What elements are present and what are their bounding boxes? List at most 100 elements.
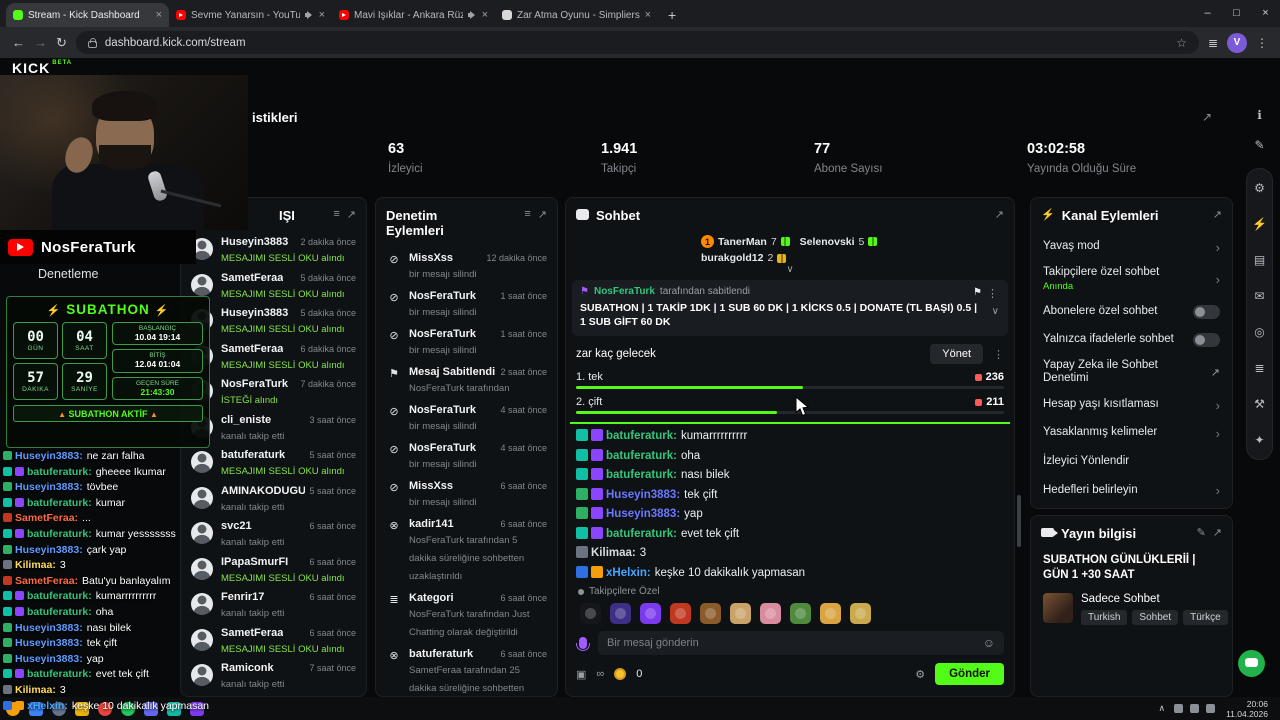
expand-icon[interactable]: ↗ bbox=[1213, 208, 1222, 221]
channel-action-row[interactable]: İzleyici Yönlendir › ↗ bbox=[1031, 448, 1232, 477]
channel-action-row[interactable]: Yalnızca ifadelerle sohbet › ↗ bbox=[1031, 326, 1232, 355]
filter-icon[interactable]: ≡ bbox=[333, 208, 339, 220]
toggle-switch[interactable] bbox=[1193, 333, 1220, 348]
list-icon[interactable]: ≣ bbox=[1254, 361, 1264, 375]
open-external-icon[interactable]: ↗ bbox=[1211, 366, 1220, 379]
collapse-chevron-icon[interactable]: ∨ bbox=[566, 264, 1014, 277]
emote[interactable] bbox=[730, 603, 751, 624]
gifter-chip[interactable]: 1 TanerMan 7 bbox=[701, 235, 790, 248]
chat-settings-icon[interactable]: ⚙ bbox=[915, 668, 925, 681]
sparkle-icon[interactable]: ✦ bbox=[1254, 433, 1264, 447]
tag[interactable]: Türkçe bbox=[1183, 610, 1228, 625]
channel-action-row[interactable]: Abonelere özel sohbet › ↗ bbox=[1031, 298, 1232, 327]
kick-logo[interactable]: KICK BETA bbox=[12, 60, 72, 76]
link-icon[interactable]: ∞ bbox=[596, 668, 604, 680]
tray-expand-icon[interactable]: ∧ bbox=[1158, 703, 1165, 714]
edit-icon[interactable]: ✎ bbox=[1254, 138, 1264, 152]
tab-close-icon[interactable]: × bbox=[156, 9, 162, 21]
emote[interactable] bbox=[670, 603, 691, 624]
chat-username[interactable]: Kilimaa bbox=[591, 547, 636, 559]
battery-icon[interactable] bbox=[1206, 704, 1216, 713]
chat-input[interactable]: Bir mesaj gönderin ☺ bbox=[598, 631, 1004, 655]
filter-icon[interactable]: ≡ bbox=[524, 208, 530, 220]
tab-close-icon[interactable]: × bbox=[645, 9, 651, 21]
support-chat-button[interactable] bbox=[1238, 650, 1265, 677]
maximize-button[interactable]: □ bbox=[1222, 7, 1251, 19]
emoji-icon[interactable]: ☺ bbox=[983, 636, 995, 650]
tag[interactable]: Sohbet bbox=[1132, 610, 1179, 625]
moderation-row[interactable]: ≣ Kategori 6 saat önce NosFeraTurk taraf… bbox=[376, 588, 557, 644]
emote[interactable] bbox=[610, 603, 631, 624]
chat-message[interactable]: xHelxinkeşke 10 dakikalık yapmasan bbox=[576, 564, 1004, 584]
moderation-row[interactable]: ⚑ Mesaj Sabitlendi 2 saat önce NosFeraTu… bbox=[376, 362, 557, 400]
chat-message[interactable]: Huseyin3883 yap bbox=[576, 505, 1004, 525]
chat-username[interactable]: batuferaturk bbox=[606, 450, 677, 462]
moderation-row[interactable]: ⊘ NosFeraTurk 1 saat önce bir mesajı sil… bbox=[376, 324, 557, 362]
chat-icon[interactable]: ✉ bbox=[1254, 289, 1264, 303]
bookmark-star-icon[interactable]: ☆ bbox=[1176, 36, 1187, 50]
expand-icon[interactable]: ↗ bbox=[1213, 526, 1222, 539]
chat-username[interactable]: xHelxin bbox=[606, 567, 651, 579]
channel-action-row[interactable]: Yavaş mod › ↗ bbox=[1031, 233, 1232, 262]
channel-action-row[interactable]: Hedefleri belirleyin › ↗ bbox=[1031, 477, 1232, 506]
send-button[interactable]: Gönder bbox=[935, 663, 1004, 685]
emote[interactable] bbox=[760, 603, 781, 624]
url-field[interactable]: dashboard.kick.com/stream ☆ bbox=[75, 31, 1199, 54]
pinned-collapse-icon[interactable]: ∨ bbox=[992, 306, 999, 317]
chat-message[interactable]: batuferaturkoha bbox=[576, 447, 1004, 467]
moderation-row[interactable]: ⊘ NosFeraTurk 4 saat önce bir mesajı sil… bbox=[376, 400, 557, 438]
poll-menu-icon[interactable]: ⋮ bbox=[993, 348, 1004, 361]
emote[interactable] bbox=[820, 603, 841, 624]
pinned-message[interactable]: ⚑ NosFeraTurk tarafından sabitlendi SUBA… bbox=[572, 280, 1008, 336]
back-icon[interactable]: ← bbox=[12, 35, 25, 50]
volume-icon[interactable] bbox=[1174, 704, 1184, 713]
expand-icon[interactable]: ↗ bbox=[347, 208, 356, 221]
tag[interactable]: Turkish bbox=[1081, 610, 1128, 625]
taskbar-clock[interactable]: 20:06 11.04.2026 bbox=[1224, 699, 1274, 719]
chat-message[interactable]: Kilimaa3 bbox=[576, 544, 1004, 564]
target-icon[interactable]: ◎ bbox=[1254, 325, 1264, 339]
bolt-icon[interactable]: ⚡ bbox=[1252, 217, 1267, 231]
profile-avatar[interactable]: V bbox=[1227, 32, 1247, 53]
chat-message[interactable]: Huseyin3883 tek çift bbox=[576, 486, 1004, 506]
chat-username[interactable]: Huseyin3883 bbox=[606, 508, 680, 520]
gifter-chip[interactable]: Selenovski 5 bbox=[800, 235, 878, 248]
moderation-row[interactable]: ⊘ MissXss 6 saat önce bir mesajı silindi bbox=[376, 476, 557, 514]
emote[interactable] bbox=[790, 603, 811, 624]
speaker-icon[interactable] bbox=[304, 10, 314, 20]
channel-action-row[interactable]: Yapay Zeka ile Sohbet Denetimi › ↗ bbox=[1031, 355, 1232, 391]
pinned-menu-icon[interactable]: ⋮ bbox=[987, 287, 998, 300]
tab-youtube-2[interactable]: Mavi Işıklar - Ankara Rüzgar (1 × bbox=[332, 3, 495, 27]
pin-icon[interactable]: ⚑ bbox=[973, 287, 982, 298]
extensions-icon[interactable]: ≣ bbox=[1208, 36, 1218, 50]
moderation-row[interactable]: ⊘ NosFeraTurk 1 saat önce bir mesajı sil… bbox=[376, 286, 557, 324]
card-icon[interactable]: ▤ bbox=[1254, 253, 1265, 267]
chat-username[interactable]: Huseyin3883 bbox=[606, 489, 680, 501]
wrench-icon[interactable]: ⚒ bbox=[1254, 397, 1265, 411]
tab-zar-atma[interactable]: Zar Atma Oyunu - Simpliers × bbox=[495, 3, 658, 27]
close-button[interactable]: × bbox=[1251, 7, 1280, 19]
channel-action-row[interactable]: Takipçilere özel sohbet Anında › ↗ bbox=[1031, 262, 1232, 298]
emote[interactable] bbox=[700, 603, 721, 624]
tab-close-icon[interactable]: × bbox=[482, 9, 488, 21]
clip-icon[interactable]: ▣ bbox=[576, 668, 586, 681]
reload-icon[interactable]: ↻ bbox=[56, 35, 67, 51]
category-thumbnail[interactable] bbox=[1043, 593, 1073, 623]
moderation-row[interactable]: ⊗ kadir141 6 saat önce NosFeraTurk taraf… bbox=[376, 514, 557, 588]
channel-action-row[interactable]: Hesap yaşı kısıtlaması › ↗ bbox=[1031, 391, 1232, 420]
edit-icon[interactable]: ✎ bbox=[1197, 526, 1206, 539]
minimize-button[interactable]: – bbox=[1193, 7, 1222, 19]
channel-action-row[interactable]: Yasaklanmış kelimeler › ↗ bbox=[1031, 419, 1232, 448]
gifter-chip[interactable]: burakgold12 2 bbox=[701, 252, 787, 264]
chat-message[interactable]: batuferaturkkumarrrrrrrrrr bbox=[576, 427, 1004, 447]
sidebar-item-denetleme[interactable]: Denetleme bbox=[38, 267, 98, 281]
forward-icon[interactable]: → bbox=[34, 35, 47, 50]
tab-youtube-1[interactable]: Sevme Yanarsın - YouTube × bbox=[169, 3, 332, 27]
chat-scrollbar[interactable] bbox=[1017, 495, 1021, 547]
emote[interactable] bbox=[640, 603, 661, 624]
new-tab-button[interactable]: + bbox=[668, 7, 676, 23]
poll-option[interactable]: 1. tek 236 bbox=[576, 371, 1004, 389]
mic-icon[interactable] bbox=[576, 637, 590, 651]
chat-username[interactable]: batuferaturk bbox=[606, 528, 677, 540]
tab-close-icon[interactable]: × bbox=[319, 9, 325, 21]
